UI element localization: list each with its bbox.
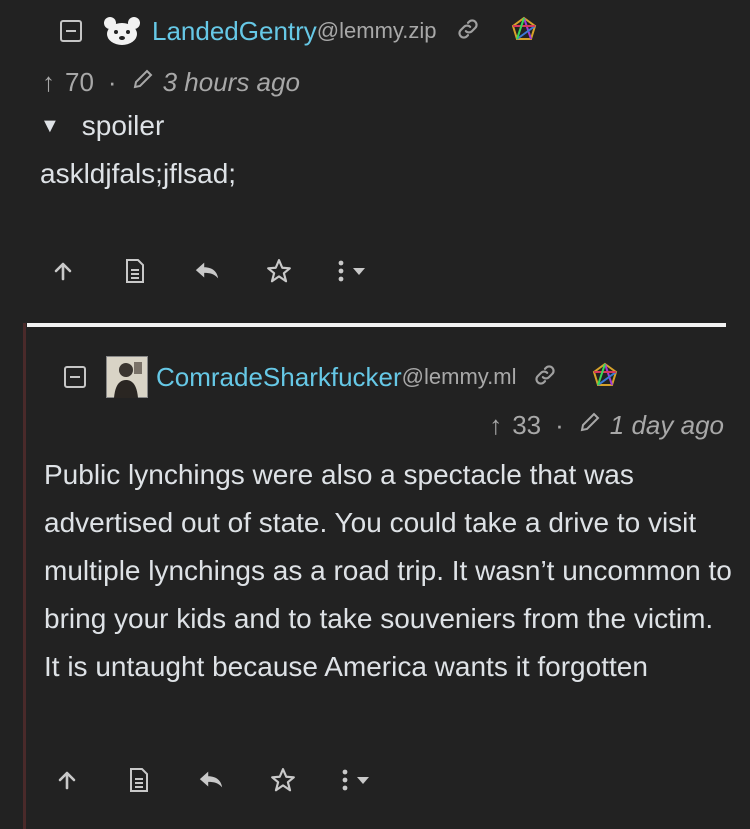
save-star-icon[interactable] bbox=[266, 256, 292, 286]
upvote-icon[interactable] bbox=[50, 256, 76, 286]
upvote-icon[interactable] bbox=[54, 765, 80, 795]
reply-icon[interactable] bbox=[194, 256, 220, 286]
username-link[interactable]: ComradeSharkfucker bbox=[156, 362, 402, 393]
comment-header: ComradeSharkfucker @lemmy.ml bbox=[64, 355, 618, 399]
fediverse-icon[interactable] bbox=[592, 362, 618, 393]
upvote-arrow: ↑ bbox=[489, 409, 503, 440]
spoiler-marker-icon: ▼ bbox=[40, 114, 60, 137]
view-source-icon[interactable] bbox=[126, 765, 152, 795]
comment-actions bbox=[54, 763, 370, 797]
score: 70 bbox=[65, 66, 94, 97]
score: 33 bbox=[512, 409, 542, 440]
chevron-down-icon bbox=[353, 268, 365, 275]
comment: LandedGentry @lemmy.zip ↑ 70 · 3 hours a… bbox=[0, 0, 750, 318]
collapse-icon[interactable] bbox=[60, 20, 82, 42]
edit-pencil-icon bbox=[578, 410, 602, 441]
reply-icon[interactable] bbox=[198, 765, 224, 795]
collapse-icon[interactable] bbox=[64, 366, 86, 388]
time-ago[interactable]: 1 day ago bbox=[610, 410, 724, 441]
spoiler-toggle[interactable]: ▼ spoiler bbox=[40, 110, 164, 142]
comment-actions bbox=[50, 254, 366, 288]
chevron-down-icon bbox=[357, 777, 369, 784]
comment: ComradeSharkfucker @lemmy.ml ↑ 33 · 1 da… bbox=[0, 323, 750, 829]
user-avatar[interactable] bbox=[106, 356, 148, 398]
user-instance: @lemmy.ml bbox=[401, 364, 517, 389]
time-ago[interactable]: 3 hours ago bbox=[163, 67, 300, 98]
more-options-icon[interactable] bbox=[342, 765, 370, 795]
upvote-arrow: ↑ bbox=[42, 66, 55, 97]
spoiler-label: spoiler bbox=[81, 110, 165, 141]
fediverse-icon[interactable] bbox=[511, 16, 537, 47]
edit-pencil-icon bbox=[131, 67, 155, 98]
link-icon[interactable] bbox=[532, 362, 558, 393]
comment-meta: ↑ 70 · 3 hours ago bbox=[42, 64, 300, 100]
more-options-icon[interactable] bbox=[338, 256, 366, 286]
comment-header: LandedGentry @lemmy.zip bbox=[60, 14, 537, 48]
separator: · bbox=[107, 66, 117, 97]
user-instance: @lemmy.zip bbox=[316, 18, 437, 43]
comment-body: Public lynchings were also a spectacle t… bbox=[44, 459, 732, 682]
view-source-icon[interactable] bbox=[122, 256, 148, 286]
save-star-icon[interactable] bbox=[270, 765, 296, 795]
username-link[interactable]: LandedGentry bbox=[152, 16, 317, 47]
user-avatar[interactable] bbox=[102, 15, 142, 47]
separator: · bbox=[555, 409, 564, 440]
comment-meta: ↑ 33 · 1 day ago bbox=[489, 407, 724, 443]
link-icon[interactable] bbox=[455, 16, 481, 47]
comment-body: askldjfals;jflsad; bbox=[40, 158, 237, 189]
